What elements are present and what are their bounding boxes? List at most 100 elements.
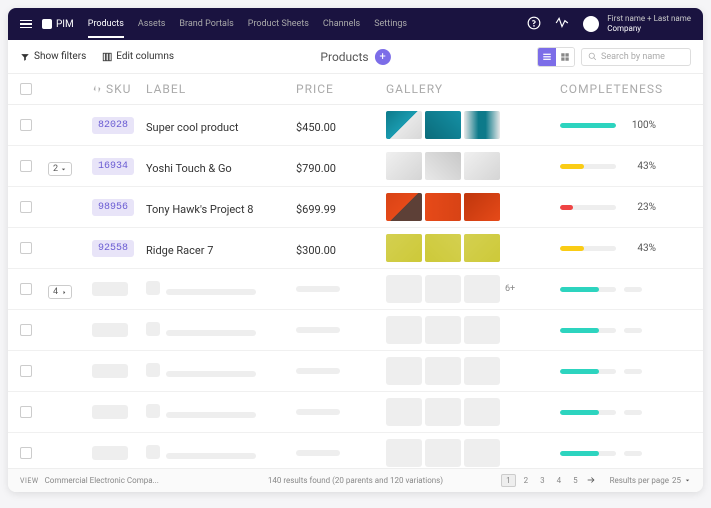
table-row-loading bbox=[8, 433, 703, 468]
nav-products[interactable]: Products bbox=[88, 10, 124, 38]
nav-product-sheets[interactable]: Product Sheets bbox=[248, 19, 309, 29]
grid-view-button[interactable] bbox=[556, 48, 574, 66]
user-name-label: First name + Last name bbox=[607, 14, 691, 24]
menu-icon[interactable] bbox=[20, 20, 32, 29]
breadcrumb[interactable]: Commercial Electronic Compa... bbox=[45, 476, 159, 485]
gallery-thumb[interactable] bbox=[425, 193, 461, 221]
gallery-thumb[interactable] bbox=[464, 152, 500, 180]
column-price[interactable]: PRICE bbox=[296, 82, 386, 96]
list-view-button[interactable] bbox=[538, 48, 556, 66]
search-input[interactable]: Search by name bbox=[581, 48, 691, 66]
product-price: $450.00 bbox=[296, 121, 336, 134]
gallery-thumb[interactable] bbox=[464, 234, 500, 262]
user-avatar[interactable] bbox=[583, 16, 599, 32]
gallery-thumb[interactable] bbox=[464, 111, 500, 139]
product-price: $790.00 bbox=[296, 162, 336, 175]
gallery-more[interactable]: 6+ bbox=[505, 284, 515, 294]
gallery-thumb[interactable] bbox=[425, 152, 461, 180]
page-3[interactable]: 3 bbox=[536, 475, 549, 486]
gallery-thumb[interactable] bbox=[386, 234, 422, 262]
table-row[interactable]: 82028 Super cool product $450.00 100% bbox=[8, 105, 703, 146]
table-row[interactable]: 98956 Tony Hawk's Project 8 $699.99 23% bbox=[8, 187, 703, 228]
activity-icon[interactable] bbox=[555, 16, 569, 33]
select-all-checkbox[interactable] bbox=[20, 83, 32, 95]
product-label: Super cool product bbox=[146, 121, 238, 134]
gallery-thumb[interactable] bbox=[386, 193, 422, 221]
column-label[interactable]: LABEL bbox=[146, 82, 296, 96]
row-checkbox[interactable] bbox=[20, 447, 32, 459]
completeness-percent: 43% bbox=[624, 243, 656, 254]
gallery bbox=[386, 152, 556, 180]
page-title: Products + bbox=[320, 49, 390, 65]
product-label: Yoshi Touch & Go bbox=[146, 162, 232, 175]
gallery-thumb[interactable] bbox=[386, 152, 422, 180]
nav-assets[interactable]: Assets bbox=[138, 19, 166, 29]
table-row[interactable]: 2 16934 Yoshi Touch & Go $790.00 43% bbox=[8, 146, 703, 187]
nav-brand-portals[interactable]: Brand Portals bbox=[179, 19, 233, 29]
search-icon bbox=[588, 52, 597, 61]
top-nav-bar: PIM Products Assets Brand Portals Produc… bbox=[8, 8, 703, 40]
page-5[interactable]: 5 bbox=[569, 475, 582, 486]
completeness-meter: 43% bbox=[560, 243, 691, 254]
completeness-percent: 23% bbox=[624, 202, 656, 213]
row-checkbox[interactable] bbox=[20, 406, 32, 418]
toolbar: Show filters Edit columns Products + Sea… bbox=[8, 40, 703, 74]
product-price: $699.99 bbox=[296, 203, 336, 216]
gallery bbox=[386, 111, 556, 139]
table-row-loading bbox=[8, 310, 703, 351]
row-checkbox[interactable] bbox=[20, 242, 32, 254]
gallery-thumb[interactable] bbox=[386, 111, 422, 139]
column-gallery[interactable]: GALLERY bbox=[386, 82, 556, 96]
user-info[interactable]: First name + Last name Company bbox=[607, 14, 691, 33]
expand-toggle[interactable]: 4 bbox=[48, 285, 72, 299]
page-2[interactable]: 2 bbox=[520, 475, 533, 486]
app-logo[interactable]: PIM bbox=[42, 19, 74, 30]
gallery bbox=[386, 193, 556, 221]
completeness-percent: 100% bbox=[624, 120, 656, 131]
edit-columns-button[interactable]: Edit columns bbox=[102, 51, 174, 62]
results-per-page[interactable]: Results per page 25 bbox=[610, 476, 691, 485]
help-icon[interactable] bbox=[527, 16, 541, 33]
row-checkbox[interactable] bbox=[20, 324, 32, 336]
sort-icon bbox=[92, 84, 102, 94]
row-checkbox[interactable] bbox=[20, 201, 32, 213]
next-page-icon[interactable] bbox=[586, 475, 596, 487]
row-checkbox[interactable] bbox=[20, 119, 32, 131]
table-row[interactable]: 92558 Ridge Racer 7 $300.00 43% bbox=[8, 228, 703, 269]
page-4[interactable]: 4 bbox=[553, 475, 566, 486]
footer-bar: VIEW Commercial Electronic Compa... 140 … bbox=[8, 468, 703, 492]
row-checkbox[interactable] bbox=[20, 365, 32, 377]
results-count: 140 results found (20 parents and 120 va… bbox=[268, 476, 443, 485]
row-checkbox[interactable] bbox=[20, 283, 32, 295]
expand-toggle[interactable]: 2 bbox=[48, 162, 72, 176]
column-sku[interactable]: SKU bbox=[92, 82, 146, 96]
add-product-button[interactable]: + bbox=[375, 49, 391, 65]
view-toggle bbox=[537, 47, 575, 67]
gallery-thumb[interactable] bbox=[464, 193, 500, 221]
sku-badge[interactable]: 16934 bbox=[92, 158, 134, 175]
nav-channels[interactable]: Channels bbox=[323, 19, 360, 29]
completeness-percent: 43% bbox=[624, 161, 656, 172]
view-label: VIEW bbox=[20, 477, 39, 485]
nav-settings[interactable]: Settings bbox=[374, 19, 407, 29]
table-row-loading bbox=[8, 351, 703, 392]
search-placeholder: Search by name bbox=[601, 52, 665, 62]
column-completeness[interactable]: COMPLETENESS bbox=[556, 82, 691, 96]
gallery-thumb[interactable] bbox=[425, 234, 461, 262]
row-checkbox[interactable] bbox=[20, 160, 32, 172]
gallery-thumb[interactable] bbox=[425, 111, 461, 139]
product-label: Tony Hawk's Project 8 bbox=[146, 203, 253, 216]
sku-badge[interactable]: 92558 bbox=[92, 240, 134, 257]
show-filters-label: Show filters bbox=[34, 51, 86, 62]
edit-columns-label: Edit columns bbox=[116, 51, 174, 62]
page-1[interactable]: 1 bbox=[501, 474, 516, 487]
product-price: $300.00 bbox=[296, 244, 336, 257]
page-title-text: Products bbox=[320, 50, 368, 64]
show-filters-button[interactable]: Show filters bbox=[20, 51, 86, 62]
product-label: Ridge Racer 7 bbox=[146, 244, 213, 257]
products-table: SKU LABEL PRICE GALLERY COMPLETENESS 820… bbox=[8, 74, 703, 468]
table-row-loading: 4 6+ bbox=[8, 269, 703, 310]
chevron-down-icon bbox=[684, 477, 691, 484]
sku-badge[interactable]: 98956 bbox=[92, 199, 134, 216]
sku-badge[interactable]: 82028 bbox=[92, 117, 134, 134]
